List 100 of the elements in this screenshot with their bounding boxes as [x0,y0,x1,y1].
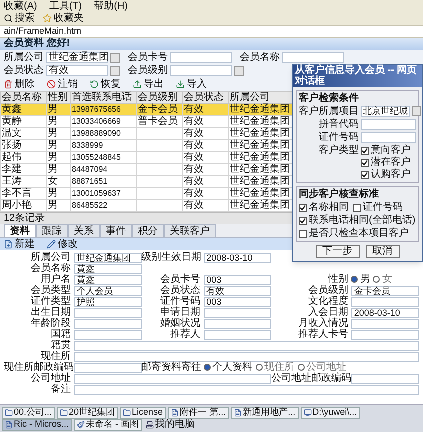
input-field[interactable]: 003 [204,274,272,284]
checkbox[interactable] [299,230,307,238]
toolbar-button[interactable]: 修改 [47,238,78,250]
group-title: 同步客户核查标准 [299,189,380,200]
input-field[interactable] [204,308,272,318]
taskbar-button[interactable]: D:\yuwei\... [300,406,360,418]
search-label: 会员状态 [4,65,44,76]
tray-item[interactable]: 我的电脑 [144,419,197,430]
taskbar-button[interactable]: 00.公司... [2,406,56,418]
input-field[interactable] [74,362,142,372]
input-field[interactable] [361,119,416,130]
dialog-button[interactable]: 取消 [366,245,400,258]
tab[interactable]: 积分 [132,224,164,237]
checkbox[interactable] [361,170,369,178]
menu-item[interactable]: 收藏(A) [4,0,38,12]
input-field[interactable]: 世纪金通集团 [74,252,142,262]
input-field[interactable] [351,318,419,328]
input-field[interactable] [74,352,419,362]
taskbar-button[interactable]: 新通用地产... [231,406,299,418]
dialog-title: 从客户信息导入会员 -- 网页对话框 [293,65,422,87]
input-field[interactable] [361,132,416,143]
action-button[interactable]: 注销 [47,79,78,90]
input-field[interactable] [351,296,419,306]
table-row[interactable]: 王涛 女 88871651 有效 世纪金通集团 [0,176,292,188]
field-label: 证件类型 [30,296,72,307]
input-field[interactable] [74,374,272,384]
taskbar-button[interactable]: Ric - Micros... [2,418,72,430]
field-label: 籍贯 [50,340,72,351]
input-field[interactable]: 有效 [204,286,272,296]
radio-button[interactable] [204,364,211,371]
action-button[interactable]: 删除 [4,79,35,90]
checkbox[interactable] [361,158,369,166]
input-field[interactable]: 黄鑫 [74,264,142,274]
checkbox[interactable] [299,204,307,212]
column-header[interactable]: 会员名称 [0,92,46,104]
taskbar-button[interactable]: 附件一 第... [168,406,230,418]
input-field[interactable]: 北京世纪城 [361,106,410,117]
search-field[interactable]: 有效 [46,65,108,76]
input-field[interactable] [204,330,272,340]
table-row[interactable]: 黄静 男 13033406669 普卡会员 有效 世纪金通集团 [0,116,292,128]
search-field[interactable] [170,52,232,63]
search-label: 所属公司 [4,52,44,63]
input-field[interactable] [74,308,142,318]
taskbar-button[interactable]: License [120,406,166,418]
field-label: 用户名 [40,274,72,285]
tab[interactable]: 关联客户 [164,224,216,237]
favorites-button[interactable]: 收藏夹 [43,13,84,24]
tab[interactable]: 事件 [100,224,132,237]
input-field[interactable]: 金卡会员 [351,286,419,296]
input-field[interactable] [351,330,419,340]
input-field[interactable] [351,374,419,384]
lookup-button[interactable] [234,66,244,76]
table-row[interactable]: 温文 男 13988889090 有效 世纪金通集团 [0,128,292,140]
checkbox[interactable] [299,216,307,224]
lookup-button[interactable] [412,106,421,116]
input-field[interactable]: 2008-03-10 [204,252,272,262]
checkbox[interactable] [353,204,361,212]
field-label: 会员类型 [30,285,72,296]
input-field[interactable]: 黄鑫 [74,274,142,284]
tab[interactable]: 关系 [68,224,100,237]
tab[interactable]: 跟踪 [36,224,68,237]
taskbar-button[interactable]: 20世纪集团 [57,406,118,418]
taskbar-button[interactable]: 未命名 - 画图 [74,418,142,430]
input-field[interactable] [74,318,142,328]
table-row[interactable]: 周小艳 男 86485522 有效 世纪金通集团 [0,200,292,212]
input-field[interactable]: 护照 [74,296,142,306]
table-row[interactable]: 李建 男 84487094 有效 世纪金通集团 [0,164,292,176]
address-field[interactable]: ain/FrameMain.htm [0,26,423,38]
action-button[interactable]: 恢复 [90,79,121,90]
toolbar-button[interactable]: 新建 [4,238,35,250]
radio-button[interactable] [351,276,358,283]
search-button[interactable]: 搜索 [4,13,35,24]
delete-icon [4,80,13,89]
action-button[interactable]: 导入 [176,79,207,90]
table-row[interactable]: 黄鑫 男 13987675656 金卡会员 有效 世纪金通集团 [0,104,292,116]
table-row[interactable]: 起伟 男 13055248845 有效 世纪金通集团 [0,152,292,164]
checkbox[interactable] [361,146,369,154]
table-row[interactable]: 张扬 男 8338999 有效 世纪金通集团 [0,140,292,152]
search-icon [4,14,13,23]
input-field[interactable]: 003 [204,296,272,306]
input-field[interactable] [74,330,142,340]
input-field[interactable] [204,318,272,328]
table-row[interactable]: 李不言 男 13001059637 有效 世纪金通集团 [0,188,292,200]
menu-item[interactable]: 工具(T) [49,0,82,12]
search-field[interactable]: 世纪金通集团 [46,52,108,63]
input-field[interactable] [74,384,419,394]
action-button[interactable]: 导出 [133,79,164,90]
radio-button[interactable] [256,364,263,371]
search-field[interactable] [170,65,232,76]
radio-button[interactable] [298,364,305,371]
menu-item[interactable]: 帮助(H) [94,0,128,12]
radio-button[interactable] [373,276,380,283]
star-icon [43,14,52,23]
input-field[interactable]: 个人会员 [74,286,142,296]
search-field[interactable] [282,52,344,63]
input-field[interactable]: 2008-03-10 [351,308,419,318]
dialog-button[interactable]: 下一步 [316,245,360,258]
field-label: 级别生效日期 [142,252,203,263]
tab[interactable]: 资料 [4,224,36,237]
input-field[interactable] [74,340,419,350]
